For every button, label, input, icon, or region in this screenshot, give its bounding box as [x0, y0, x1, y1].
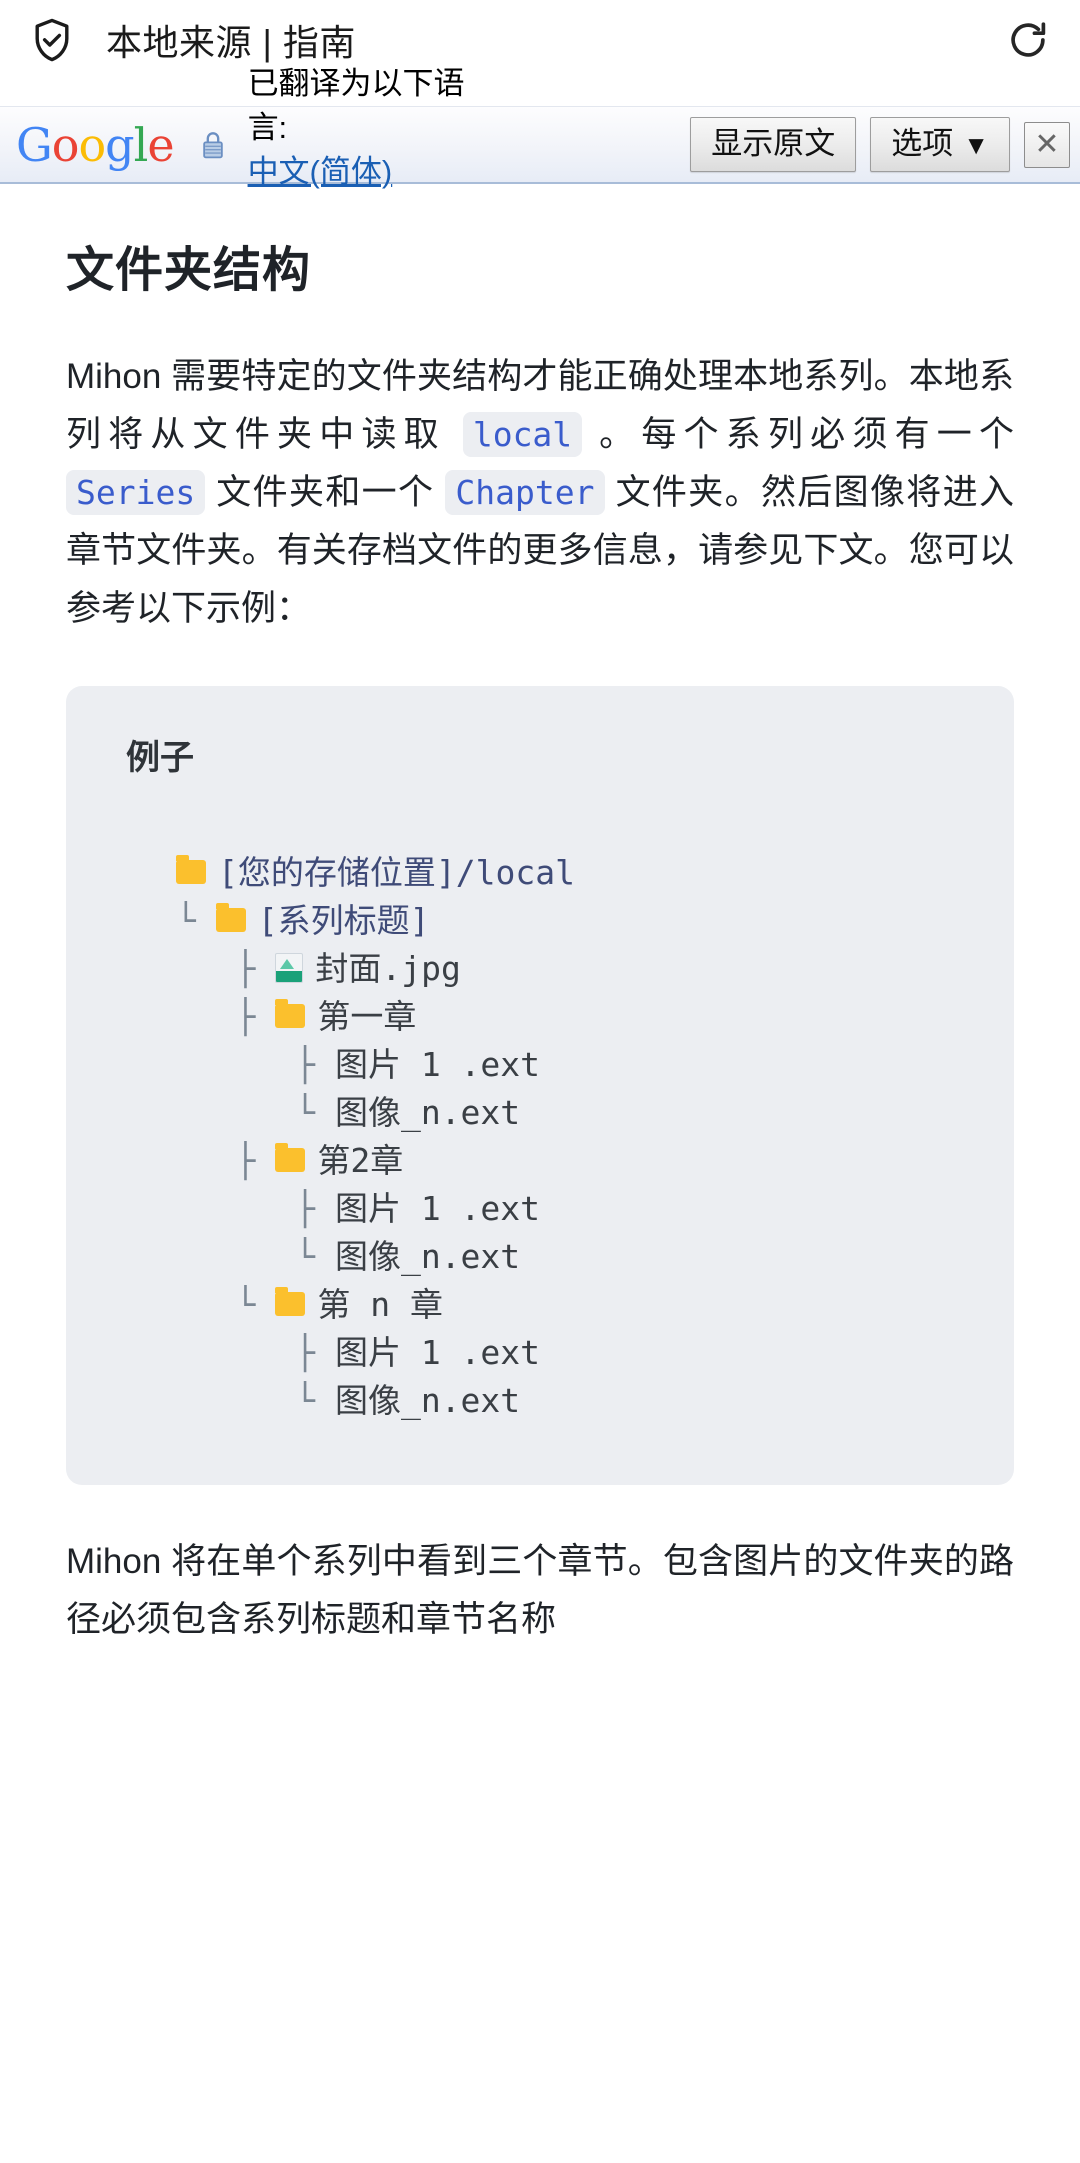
folder-icon — [215, 903, 246, 932]
tree-item-label: 封面.jpg — [315, 949, 461, 988]
page-heading: 文件夹结构 — [66, 244, 312, 297]
image-file-icon — [275, 953, 304, 983]
translate-bar-buttons: 显示原文 选项 ▼ ✕ — [690, 117, 1070, 172]
tree-row: └ 第 n 章 — [176, 1281, 974, 1329]
example-code-block: 例子 [您的存储位置]/local └ [系列标题] ├ 封面.jpg ├ 第一章… — [66, 686, 1014, 1485]
example-title: 例子 — [126, 739, 194, 777]
tree-item-label: [您的存储位置]/local — [218, 853, 575, 892]
folder-icon — [176, 855, 206, 884]
tree-item-label: 图片 1 .ext — [334, 1333, 541, 1372]
folder-tree: [您的存储位置]/local └ [系列标题] ├ 封面.jpg ├ 第一章 ├ … — [176, 849, 974, 1425]
tree-item-label: 第一章 — [317, 997, 417, 1036]
close-infobar-button[interactable]: ✕ — [1024, 121, 1070, 168]
chevron-down-icon: ▼ — [963, 130, 989, 161]
inline-code-chapter: Chapter — [445, 470, 605, 515]
google-logo: Google — [16, 117, 175, 172]
folder-icon — [275, 999, 306, 1028]
page-title: 本地来源 | 指南 — [106, 22, 356, 63]
tree-guide: ├ — [176, 997, 276, 1036]
tree-guide: ├ — [176, 1333, 335, 1372]
tree-row: ├ 第一章 — [176, 993, 974, 1041]
tree-item-label: 图片 1 .ext — [334, 1045, 541, 1084]
tree-guide: └ — [176, 1381, 335, 1420]
options-label: 选项 — [891, 126, 954, 162]
lock-icon — [202, 131, 223, 158]
tree-item-label: 第 n 章 — [317, 1285, 443, 1324]
para1-seg2: 。每个系列必须有一个 — [582, 415, 1014, 454]
tree-row: ├ 第2章 — [176, 1137, 974, 1185]
browser-title-bar: 本地来源 | 指南 — [0, 0, 1080, 80]
tree-guide: ├ — [176, 1045, 335, 1084]
tree-row: ├ 封面.jpg — [176, 945, 974, 993]
tree-item-label: 图像_n.ext — [334, 1237, 521, 1276]
tree-guide: ├ — [176, 1189, 335, 1228]
inline-code-series: Series — [66, 470, 206, 515]
tree-guide: └ — [176, 901, 216, 940]
shield-check-icon — [35, 18, 69, 62]
tree-item-label: 第2章 — [317, 1141, 404, 1180]
tree-item-label: 图像_n.ext — [334, 1093, 521, 1132]
tree-row: └ 图像_n.ext — [176, 1233, 974, 1281]
tree-row: └ 图像_n.ext — [176, 1377, 974, 1425]
translate-message-wrap: 已翻译为以下语言: 中文(简体) — [248, 66, 683, 189]
tree-item-label: 图片 1 .ext — [334, 1189, 541, 1228]
tree-guide: ├ — [176, 949, 276, 988]
folder-icon — [275, 1143, 306, 1172]
tree-row: [您的存储位置]/local — [176, 849, 974, 897]
reload-button[interactable] — [1002, 14, 1054, 66]
tree-item-label: [系列标题] — [257, 901, 430, 940]
tree-row: ├ 图片 1 .ext — [176, 1041, 974, 1089]
tree-row: ├ 图片 1 .ext — [176, 1329, 974, 1377]
tree-item-label: 图像_n.ext — [334, 1381, 521, 1420]
reload-icon — [1011, 22, 1046, 57]
tree-row: └ [系列标题] — [176, 897, 974, 945]
tree-guide: └ — [176, 1093, 335, 1132]
translate-message: 已翻译为以下语言: — [247, 65, 465, 145]
translate-language-link[interactable]: 中文(简体) — [248, 150, 498, 194]
show-original-button[interactable]: 显示原文 — [690, 117, 857, 172]
article-content: 文件夹结构 Mihon 需要特定的文件夹结构才能正确处理本地系列。本地系列将从文… — [0, 230, 1080, 1649]
tree-guide: ├ — [176, 1141, 276, 1180]
tree-guide: └ — [176, 1285, 276, 1324]
inline-code-local: local — [462, 412, 583, 457]
tree-row: ├ 图片 1 .ext — [176, 1185, 974, 1233]
tree-row: └ 图像_n.ext — [176, 1089, 974, 1137]
folder-icon — [275, 1287, 306, 1316]
para1-seg3: 文件夹和一个 — [205, 473, 446, 512]
google-translate-infobar: Google 已翻译为以下语言: 中文(简体) 显示原文 选项 ▼ ✕ — [0, 66, 1080, 189]
paragraph-folder-structure: Mihon 需要特定的文件夹结构才能正确处理本地系列。本地系列将从文件夹中读取 … — [66, 348, 1014, 638]
options-button[interactable]: 选项 ▼ — [870, 117, 1010, 172]
paragraph-chapters-note: Mihon 将在单个系列中看到三个章节。包含图片的文件夹的路径必须包含系列标题和… — [66, 1542, 1014, 1639]
tree-guide: └ — [176, 1237, 335, 1276]
